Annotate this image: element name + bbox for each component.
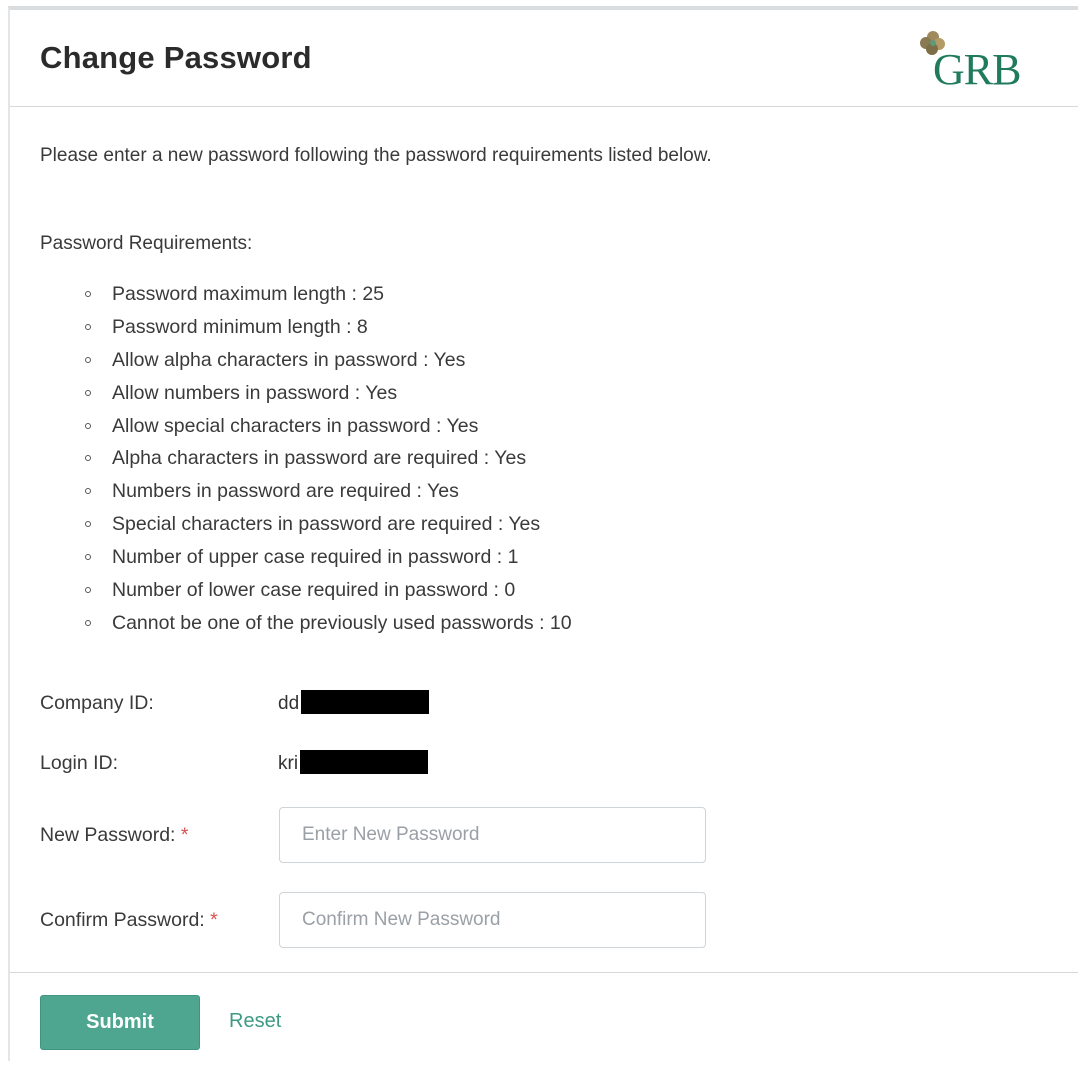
requirement-text: Special characters in password are requi… (112, 513, 541, 536)
circle-bullet-icon (85, 587, 91, 594)
requirement-text: Allow numbers in password : Yes (112, 381, 398, 404)
reset-link[interactable]: Reset (229, 1010, 281, 1033)
requirement-text: Number of upper case required in passwor… (112, 546, 519, 569)
requirement-item: Number of lower case required in passwor… (80, 574, 572, 607)
requirement-item: Special characters in password are requi… (80, 508, 572, 541)
circle-bullet-icon (85, 554, 91, 561)
requirement-text: Alpha characters in password are require… (112, 447, 527, 470)
circle-bullet-icon (85, 291, 91, 297)
redaction-bar (300, 750, 429, 774)
confirm-password-label: Confirm Password: * (40, 909, 218, 932)
new-password-label: New Password: * (40, 824, 188, 847)
requirement-text: Numbers in password are required : Yes (112, 480, 459, 503)
login-id-value: kri (278, 750, 429, 776)
requirement-item: Allow special characters in password : Y… (80, 410, 572, 443)
confirm-password-input[interactable] (279, 892, 706, 948)
circle-bullet-icon (85, 488, 91, 495)
confirm-password-label-text: Confirm Password: (40, 909, 205, 931)
requirement-text: Number of lower case required in passwor… (112, 579, 516, 602)
logo-text: GRB (933, 45, 1021, 94)
requirement-item: Allow alpha characters in password : Yes (80, 344, 572, 377)
requirement-item: Numbers in password are required : Yes (80, 475, 572, 508)
submit-button[interactable]: Submit (40, 995, 200, 1050)
footer-divider (10, 972, 1078, 973)
company-id-label: Company ID: (40, 692, 154, 714)
new-password-input[interactable] (279, 807, 706, 863)
required-marker: * (180, 824, 189, 846)
company-id-text: dd (278, 693, 300, 715)
panel-header: Change Password GRB (10, 10, 1078, 107)
circle-bullet-icon (85, 521, 91, 528)
login-id-label: Login ID: (40, 752, 119, 774)
grb-logo: GRB (915, 20, 1055, 100)
requirement-item: Password minimum length : 8 (80, 311, 572, 344)
requirement-text: Password minimum length : 8 (112, 315, 368, 338)
requirement-item: Allow numbers in password : Yes (80, 377, 572, 410)
change-password-panel: Change Password GRB Please enter a new p… (8, 6, 1078, 1061)
circle-bullet-icon (85, 323, 91, 330)
requirement-item: Cannot be one of the previously used pas… (80, 607, 572, 640)
requirement-text: Allow alpha characters in password : Yes (112, 348, 466, 371)
requirement-text: Cannot be one of the previously used pas… (112, 611, 572, 634)
circle-bullet-icon (85, 455, 91, 462)
requirements-list: Password maximum length : 25 Password mi… (80, 278, 572, 640)
circle-bullet-icon (85, 422, 91, 429)
company-id-value: dd (278, 690, 430, 716)
intro-text: Please enter a new password following th… (40, 145, 712, 166)
circle-bullet-icon (85, 619, 91, 626)
page-title: Change Password (40, 40, 312, 75)
required-marker: * (210, 909, 218, 931)
requirement-item: Alpha characters in password are require… (80, 442, 572, 475)
requirement-text: Allow special characters in password : Y… (112, 414, 479, 437)
requirement-text: Password maximum length : 25 (112, 283, 385, 305)
new-password-label-text: New Password: (40, 824, 176, 846)
login-id-text: kri (278, 753, 299, 775)
requirement-item: Password maximum length : 25 (80, 278, 572, 311)
requirements-heading: Password Requirements: (40, 233, 253, 254)
requirement-item: Number of upper case required in passwor… (80, 541, 572, 574)
circle-bullet-icon (85, 389, 91, 396)
redaction-bar (301, 690, 430, 714)
circle-bullet-icon (85, 356, 91, 363)
